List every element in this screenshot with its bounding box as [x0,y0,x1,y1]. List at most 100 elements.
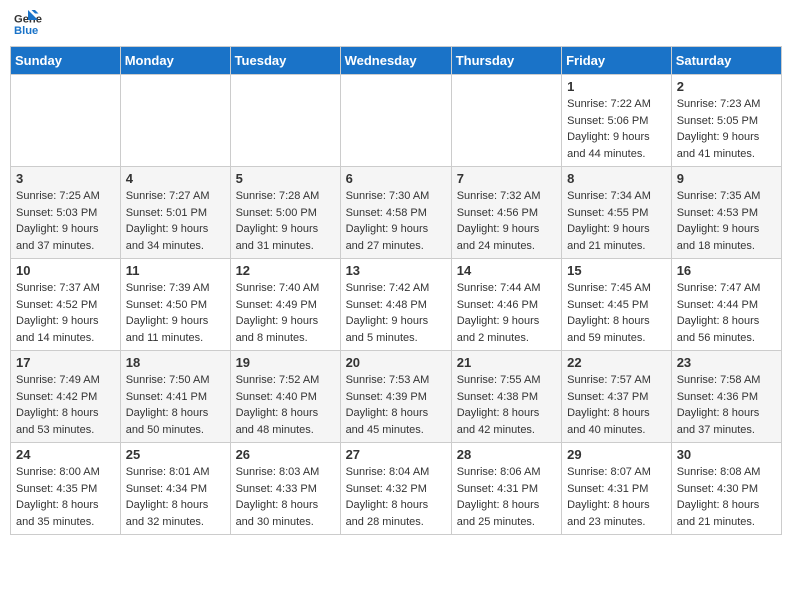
day-number: 29 [567,447,666,462]
day-number: 18 [126,355,225,370]
day-number: 24 [16,447,115,462]
day-number: 12 [236,263,335,278]
day-info: Sunrise: 7:34 AM Sunset: 4:55 PM Dayligh… [567,188,666,254]
calendar-cell: 8Sunrise: 7:34 AM Sunset: 4:55 PM Daylig… [562,167,672,259]
day-info: Sunrise: 7:53 AM Sunset: 4:39 PM Dayligh… [346,372,446,438]
calendar-cell: 14Sunrise: 7:44 AM Sunset: 4:46 PM Dayli… [451,259,561,351]
calendar-cell: 6Sunrise: 7:30 AM Sunset: 4:58 PM Daylig… [340,167,451,259]
day-number: 2 [677,79,776,94]
day-number: 13 [346,263,446,278]
day-info: Sunrise: 7:42 AM Sunset: 4:48 PM Dayligh… [346,280,446,346]
day-info: Sunrise: 8:08 AM Sunset: 4:30 PM Dayligh… [677,464,776,530]
weekday-header-saturday: Saturday [671,47,781,75]
day-info: Sunrise: 7:44 AM Sunset: 4:46 PM Dayligh… [457,280,556,346]
day-info: Sunrise: 8:01 AM Sunset: 4:34 PM Dayligh… [126,464,225,530]
calendar-cell: 20Sunrise: 7:53 AM Sunset: 4:39 PM Dayli… [340,351,451,443]
calendar-cell: 24 Sunrise: 8:00 AM Sunset: 4:35 PM Dayli… [11,443,121,535]
calendar-cell: 7 Sunrise: 7:32 AM Sunset: 4:56 PM Daylig… [451,167,561,259]
day-info: Sunrise: 7:37 AM Sunset: 4:52 PM Dayligh… [16,280,115,346]
day-number: 26 [236,447,335,462]
day-number: 17 [16,355,115,370]
day-number: 10 [16,263,115,278]
day-info: Sunrise: 8:03 AM Sunset: 4:33 PM Dayligh… [236,464,335,530]
weekday-header-tuesday: Tuesday [230,47,340,75]
calendar-cell: 16 Sunrise: 7:47 AM Sunset: 4:44 PM Dayli… [671,259,781,351]
calendar-cell: 9 Sunrise: 7:35 AM Sunset: 4:53 PM Daylig… [671,167,781,259]
calendar-cell: 13 Sunrise: 7:42 AM Sunset: 4:48 PM Dayli… [340,259,451,351]
calendar-cell: 15 Sunrise: 7:45 AM Sunset: 4:45 PM Dayli… [562,259,672,351]
day-number: 5 [236,171,335,186]
day-number: 4 [126,171,225,186]
weekday-header-row: SundayMondayTuesdayWednesdayThursdayFrid… [11,47,782,75]
calendar-cell [230,75,340,167]
calendar-cell: 19Sunrise: 7:52 AM Sunset: 4:40 PM Dayli… [230,351,340,443]
day-info: Sunrise: 7:58 AM Sunset: 4:36 PM Dayligh… [677,372,776,438]
page-header: General Blue [10,10,782,38]
day-number: 3 [16,171,115,186]
calendar-cell: 12 Sunrise: 7:40 AM Sunset: 4:49 PM Dayli… [230,259,340,351]
calendar-week-1: 1 Sunrise: 7:22 AM Sunset: 5:06 PM Daylig… [11,75,782,167]
calendar-header: SundayMondayTuesdayWednesdayThursdayFrid… [11,47,782,75]
calendar-cell: 11 Sunrise: 7:39 AM Sunset: 4:50 PM Dayli… [120,259,230,351]
day-info: Sunrise: 7:47 AM Sunset: 4:44 PM Dayligh… [677,280,776,346]
calendar-cell: 28 Sunrise: 8:06 AM Sunset: 4:31 PM Dayli… [451,443,561,535]
weekday-header-sunday: Sunday [11,47,121,75]
day-info: Sunrise: 7:35 AM Sunset: 4:53 PM Dayligh… [677,188,776,254]
calendar-cell [451,75,561,167]
day-info: Sunrise: 7:28 AM Sunset: 5:00 PM Dayligh… [236,188,335,254]
logo-arrow-icon [18,8,38,30]
day-info: Sunrise: 7:39 AM Sunset: 4:50 PM Dayligh… [126,280,225,346]
weekday-header-wednesday: Wednesday [340,47,451,75]
day-info: Sunrise: 7:49 AM Sunset: 4:42 PM Dayligh… [16,372,115,438]
day-number: 21 [457,355,556,370]
day-info: Sunrise: 7:23 AM Sunset: 5:05 PM Dayligh… [677,96,776,162]
calendar-cell: 3 Sunrise: 7:25 AM Sunset: 5:03 PM Daylig… [11,167,121,259]
day-number: 11 [126,263,225,278]
day-info: Sunrise: 7:55 AM Sunset: 4:38 PM Dayligh… [457,372,556,438]
calendar-cell: 2 Sunrise: 7:23 AM Sunset: 5:05 PM Daylig… [671,75,781,167]
calendar-cell: 29 Sunrise: 8:07 AM Sunset: 4:31 PM Dayli… [562,443,672,535]
day-number: 16 [677,263,776,278]
calendar-cell: 4 Sunrise: 7:27 AM Sunset: 5:01 PM Daylig… [120,167,230,259]
day-info: Sunrise: 8:04 AM Sunset: 4:32 PM Dayligh… [346,464,446,530]
day-info: Sunrise: 7:25 AM Sunset: 5:03 PM Dayligh… [16,188,115,254]
calendar-week-4: 17 Sunrise: 7:49 AM Sunset: 4:42 PM Dayli… [11,351,782,443]
calendar-cell: 26 Sunrise: 8:03 AM Sunset: 4:33 PM Dayli… [230,443,340,535]
calendar-cell: 22Sunrise: 7:57 AM Sunset: 4:37 PM Dayli… [562,351,672,443]
day-info: Sunrise: 7:32 AM Sunset: 4:56 PM Dayligh… [457,188,556,254]
calendar-cell [340,75,451,167]
day-number: 9 [677,171,776,186]
day-info: Sunrise: 7:57 AM Sunset: 4:37 PM Dayligh… [567,372,666,438]
calendar-cell: 27 Sunrise: 8:04 AM Sunset: 4:32 PM Dayli… [340,443,451,535]
day-info: Sunrise: 7:45 AM Sunset: 4:45 PM Dayligh… [567,280,666,346]
calendar-cell: 30 Sunrise: 8:08 AM Sunset: 4:30 PM Dayli… [671,443,781,535]
calendar-week-2: 3 Sunrise: 7:25 AM Sunset: 5:03 PM Daylig… [11,167,782,259]
day-number: 28 [457,447,556,462]
calendar-cell: 1 Sunrise: 7:22 AM Sunset: 5:06 PM Daylig… [562,75,672,167]
weekday-header-thursday: Thursday [451,47,561,75]
day-info: Sunrise: 8:07 AM Sunset: 4:31 PM Dayligh… [567,464,666,530]
logo: General Blue [14,10,38,38]
day-number: 15 [567,263,666,278]
day-info: Sunrise: 8:06 AM Sunset: 4:31 PM Dayligh… [457,464,556,530]
calendar-week-5: 24 Sunrise: 8:00 AM Sunset: 4:35 PM Dayli… [11,443,782,535]
day-info: Sunrise: 7:27 AM Sunset: 5:01 PM Dayligh… [126,188,225,254]
day-info: Sunrise: 7:22 AM Sunset: 5:06 PM Dayligh… [567,96,666,162]
day-number: 25 [126,447,225,462]
calendar-cell [11,75,121,167]
calendar-cell: 18 Sunrise: 7:50 AM Sunset: 4:41 PM Dayli… [120,351,230,443]
day-number: 19 [236,355,335,370]
calendar-cell: 5 Sunrise: 7:28 AM Sunset: 5:00 PM Daylig… [230,167,340,259]
calendar-body: 1 Sunrise: 7:22 AM Sunset: 5:06 PM Daylig… [11,75,782,535]
day-number: 27 [346,447,446,462]
day-info: Sunrise: 7:50 AM Sunset: 4:41 PM Dayligh… [126,372,225,438]
calendar-cell: 21 Sunrise: 7:55 AM Sunset: 4:38 PM Dayli… [451,351,561,443]
day-info: Sunrise: 7:40 AM Sunset: 4:49 PM Dayligh… [236,280,335,346]
calendar-cell [120,75,230,167]
calendar-cell: 25 Sunrise: 8:01 AM Sunset: 4:34 PM Dayli… [120,443,230,535]
weekday-header-monday: Monday [120,47,230,75]
day-info: Sunrise: 8:00 AM Sunset: 4:35 PM Dayligh… [16,464,115,530]
day-number: 30 [677,447,776,462]
day-number: 1 [567,79,666,94]
day-number: 7 [457,171,556,186]
